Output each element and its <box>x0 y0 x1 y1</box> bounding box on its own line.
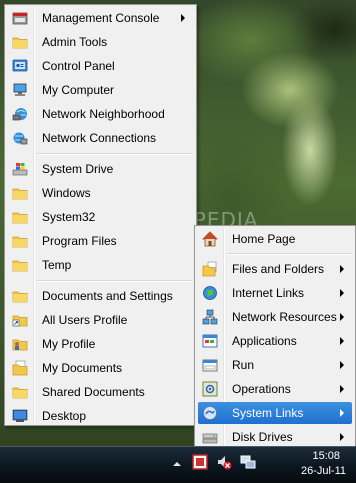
volume-muted-icon[interactable] <box>216 454 232 470</box>
menu-item-network-connections[interactable]: Network Connections <box>8 127 193 149</box>
folder-icon <box>12 288 28 304</box>
computer-icon <box>12 82 28 98</box>
menu-item-label: Desktop <box>42 409 87 423</box>
submenu-arrow-icon <box>340 409 344 417</box>
submenu-arrow-icon <box>340 361 344 369</box>
menu-separator <box>37 153 193 155</box>
menu-item-admin-tools[interactable]: Admin Tools <box>8 31 193 53</box>
submenu-arrow-icon <box>340 265 344 273</box>
menu-item-shared-documents[interactable]: Shared Documents <box>8 381 193 403</box>
menu-item-label: Windows <box>42 186 91 200</box>
menu-item-label: System Links <box>232 406 304 420</box>
folder-icon <box>12 185 28 201</box>
applications-window-icon <box>202 333 218 349</box>
menu-item-network-neighborhood[interactable]: Network Neighborhood <box>8 103 193 125</box>
menu-item-label: Home Page <box>232 232 296 246</box>
internet-globe-icon <box>202 285 218 301</box>
menu-item-management-console[interactable]: Management Console <box>8 7 193 29</box>
menu-item-home-page[interactable]: Home Page <box>198 228 352 250</box>
menu-item-system32[interactable]: System32 <box>8 206 193 228</box>
menu-item-operations[interactable]: Operations <box>198 378 352 400</box>
menu-item-applications[interactable]: Applications <box>198 330 352 352</box>
menu-item-run[interactable]: Run <box>198 354 352 376</box>
system-links-icon <box>202 405 218 421</box>
menu-item-temp[interactable]: Temp <box>8 254 193 276</box>
menu-item-label: Run <box>232 358 255 372</box>
menu-item-program-files[interactable]: Program Files <box>8 230 193 252</box>
folder-icon <box>12 233 28 249</box>
menu-separator <box>227 253 352 255</box>
show-hidden-icons-arrow-icon[interactable] <box>172 458 188 474</box>
menu-item-label: Admin Tools <box>42 35 108 49</box>
menu-item-label: Documents and Settings <box>42 289 173 303</box>
main-context-menu: Home Page Files and Folders Internet Links… <box>194 225 356 449</box>
clock-date[interactable]: 26-Jul-11 <box>301 465 346 477</box>
network-neighborhood-icon <box>12 106 28 122</box>
menu-item-label: Disk Drives <box>232 430 293 444</box>
control-panel-icon <box>12 58 28 74</box>
menu-item-label: Applications <box>232 334 297 348</box>
disk-drives-icon <box>202 429 218 445</box>
menu-item-label: Program Files <box>42 234 117 248</box>
home-icon <box>202 231 218 247</box>
menu-item-label: Files and Folders <box>232 262 325 276</box>
files-folders-icon <box>202 261 218 277</box>
network-tray-icon[interactable] <box>240 454 256 470</box>
menu-item-system-links[interactable]: System Links <box>198 402 352 424</box>
menu-item-label: Shared Documents <box>42 385 145 399</box>
network-connections-icon <box>12 130 28 146</box>
folder-icon <box>12 384 28 400</box>
app-tray-icon[interactable] <box>192 454 208 470</box>
menu-item-system-drive[interactable]: System Drive <box>8 158 193 180</box>
menu-item-label: Network Connections <box>42 131 157 145</box>
menu-item-my-documents[interactable]: My Documents <box>8 357 193 379</box>
menu-item-windows[interactable]: Windows <box>8 182 193 204</box>
menu-separator <box>37 280 193 282</box>
menu-item-network-resources[interactable]: Network Resources <box>198 306 352 328</box>
submenu-arrow-icon <box>340 337 344 345</box>
desktop-icon <box>12 408 28 424</box>
menu-item-label: All Users Profile <box>42 313 128 327</box>
menu-item-label: Operations <box>232 382 291 396</box>
submenu-arrow-icon <box>340 289 344 297</box>
folder-icon <box>12 257 28 273</box>
management-console-icon <box>12 10 28 26</box>
clock-time[interactable]: 15:08 <box>312 450 340 462</box>
menu-item-control-panel[interactable]: Control Panel <box>8 55 193 77</box>
submenu-arrow-icon <box>340 313 344 321</box>
run-icon <box>202 357 218 373</box>
windows-drive-icon <box>12 161 28 177</box>
profile-folder-icon <box>12 336 28 352</box>
folder-icon <box>12 209 28 225</box>
shortcut-folder-icon <box>12 312 28 328</box>
menu-item-files-and-folders[interactable]: Files and Folders <box>198 258 352 280</box>
submenu-arrow-icon <box>340 385 344 393</box>
menu-item-my-profile[interactable]: My Profile <box>8 333 193 355</box>
network-resources-icon <box>202 309 218 325</box>
folder-icon <box>12 34 28 50</box>
menu-item-label: Network Neighborhood <box>42 107 165 121</box>
menu-item-label: Network Resources <box>232 310 337 324</box>
menu-item-desktop[interactable]: Desktop <box>8 405 193 427</box>
submenu-arrow-icon <box>340 433 344 441</box>
menu-item-all-users-profile[interactable]: All Users Profile <box>8 309 193 331</box>
menu-item-label: System Drive <box>42 162 114 176</box>
submenu-arrow-icon <box>181 14 185 22</box>
system-links-submenu: Management Console Admin Tools Control Pan… <box>4 4 197 426</box>
menu-item-label: Control Panel <box>42 59 115 73</box>
menu-item-label: Internet Links <box>232 286 305 300</box>
menu-item-label: My Documents <box>42 361 123 375</box>
menu-item-label: My Computer <box>42 83 115 97</box>
menu-item-label: My Profile <box>42 337 96 351</box>
documents-folder-icon <box>12 360 28 376</box>
menu-item-documents-and-settings[interactable]: Documents and Settings <box>8 285 193 307</box>
menu-item-internet-links[interactable]: Internet Links <box>198 282 352 304</box>
menu-item-label: Management Console <box>42 11 160 25</box>
menu-item-my-computer[interactable]: My Computer <box>8 79 193 101</box>
operations-icon <box>202 381 218 397</box>
menu-item-label: Temp <box>42 258 72 272</box>
menu-item-disk-drives[interactable]: Disk Drives <box>198 426 352 448</box>
menu-item-label: System32 <box>42 210 96 224</box>
